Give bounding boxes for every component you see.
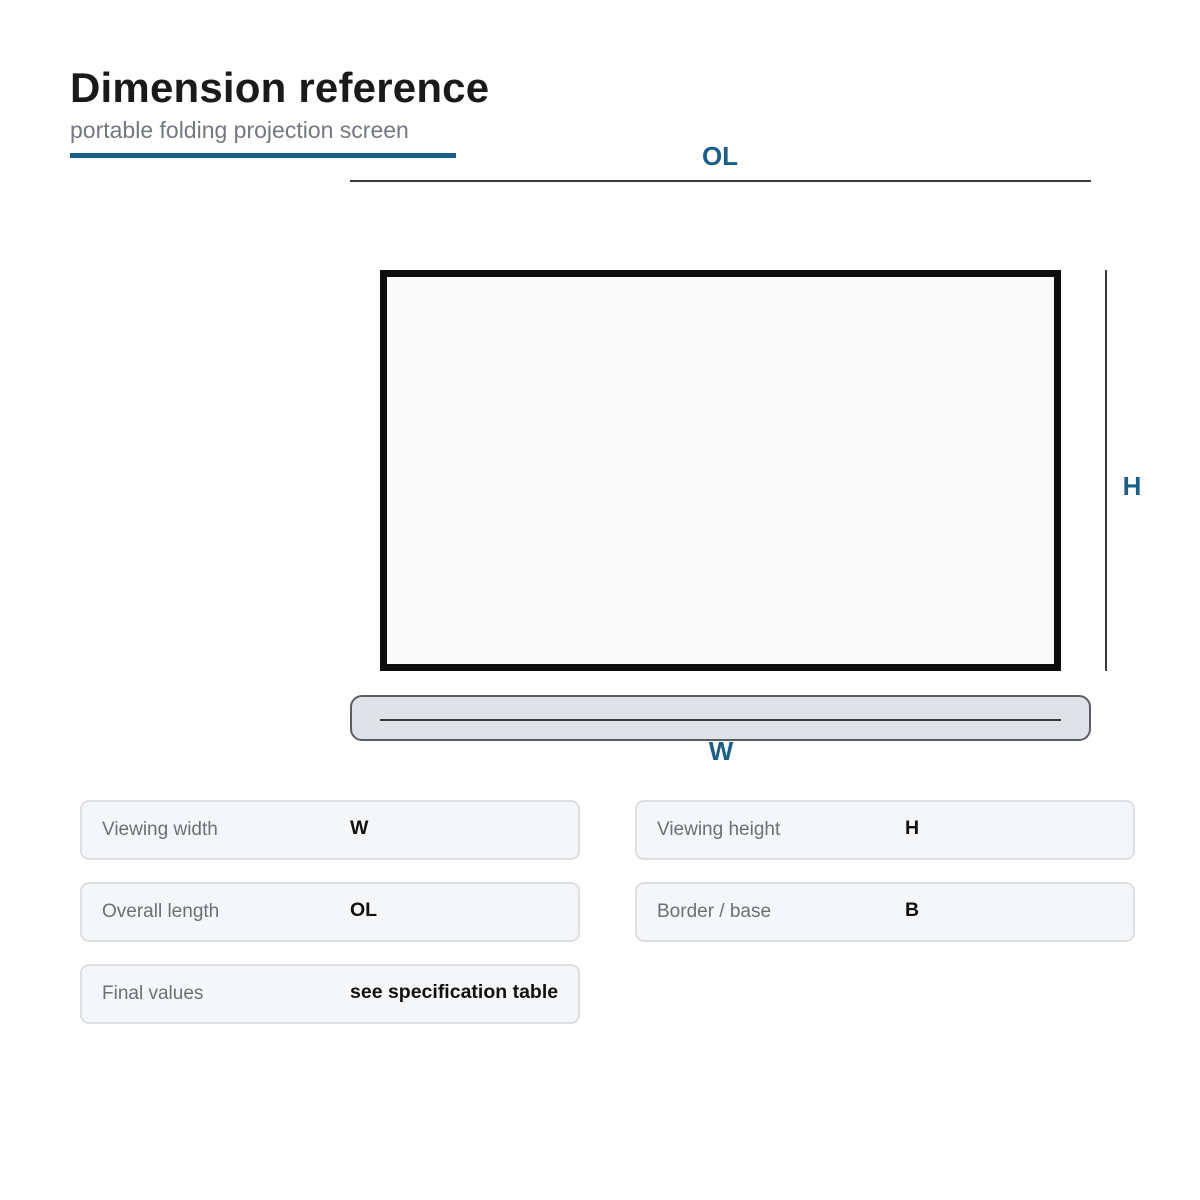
spec-label: Viewing width	[102, 819, 218, 840]
spec-card-border-base: Border / base B	[635, 882, 1135, 942]
spec-card-final-values: Final values see specification table	[80, 964, 580, 1024]
spec-value: OL	[350, 899, 378, 921]
spec-card-viewing-width: Viewing width W	[80, 800, 580, 860]
page-subtitle: portable folding projection screen	[70, 117, 409, 143]
spec-label: Overall length	[102, 901, 220, 922]
spec-label: Border / base	[657, 901, 772, 922]
spec-value: B	[905, 899, 920, 921]
spec-card-overall-length: Overall length OL	[80, 882, 580, 942]
height-label: H	[1122, 471, 1142, 501]
width-label: W	[708, 736, 734, 766]
screen-base	[350, 695, 1091, 741]
spec-label: Final values	[102, 983, 204, 1004]
spec-card-viewing-height: Viewing height H	[635, 800, 1135, 860]
overall-length-dimension-line	[350, 180, 1091, 182]
spec-label: Viewing height	[657, 819, 781, 840]
height-dimension-line	[1105, 270, 1107, 671]
page-title: Dimension reference	[70, 64, 490, 111]
width-dimension-line	[380, 719, 1061, 721]
title-underline	[70, 153, 456, 158]
spec-value: W	[350, 817, 369, 839]
projection-screen-frame	[380, 270, 1061, 671]
spec-value: H	[905, 817, 920, 839]
spec-value: see specification table	[350, 981, 559, 1003]
overall-length-label: OL	[701, 141, 739, 171]
